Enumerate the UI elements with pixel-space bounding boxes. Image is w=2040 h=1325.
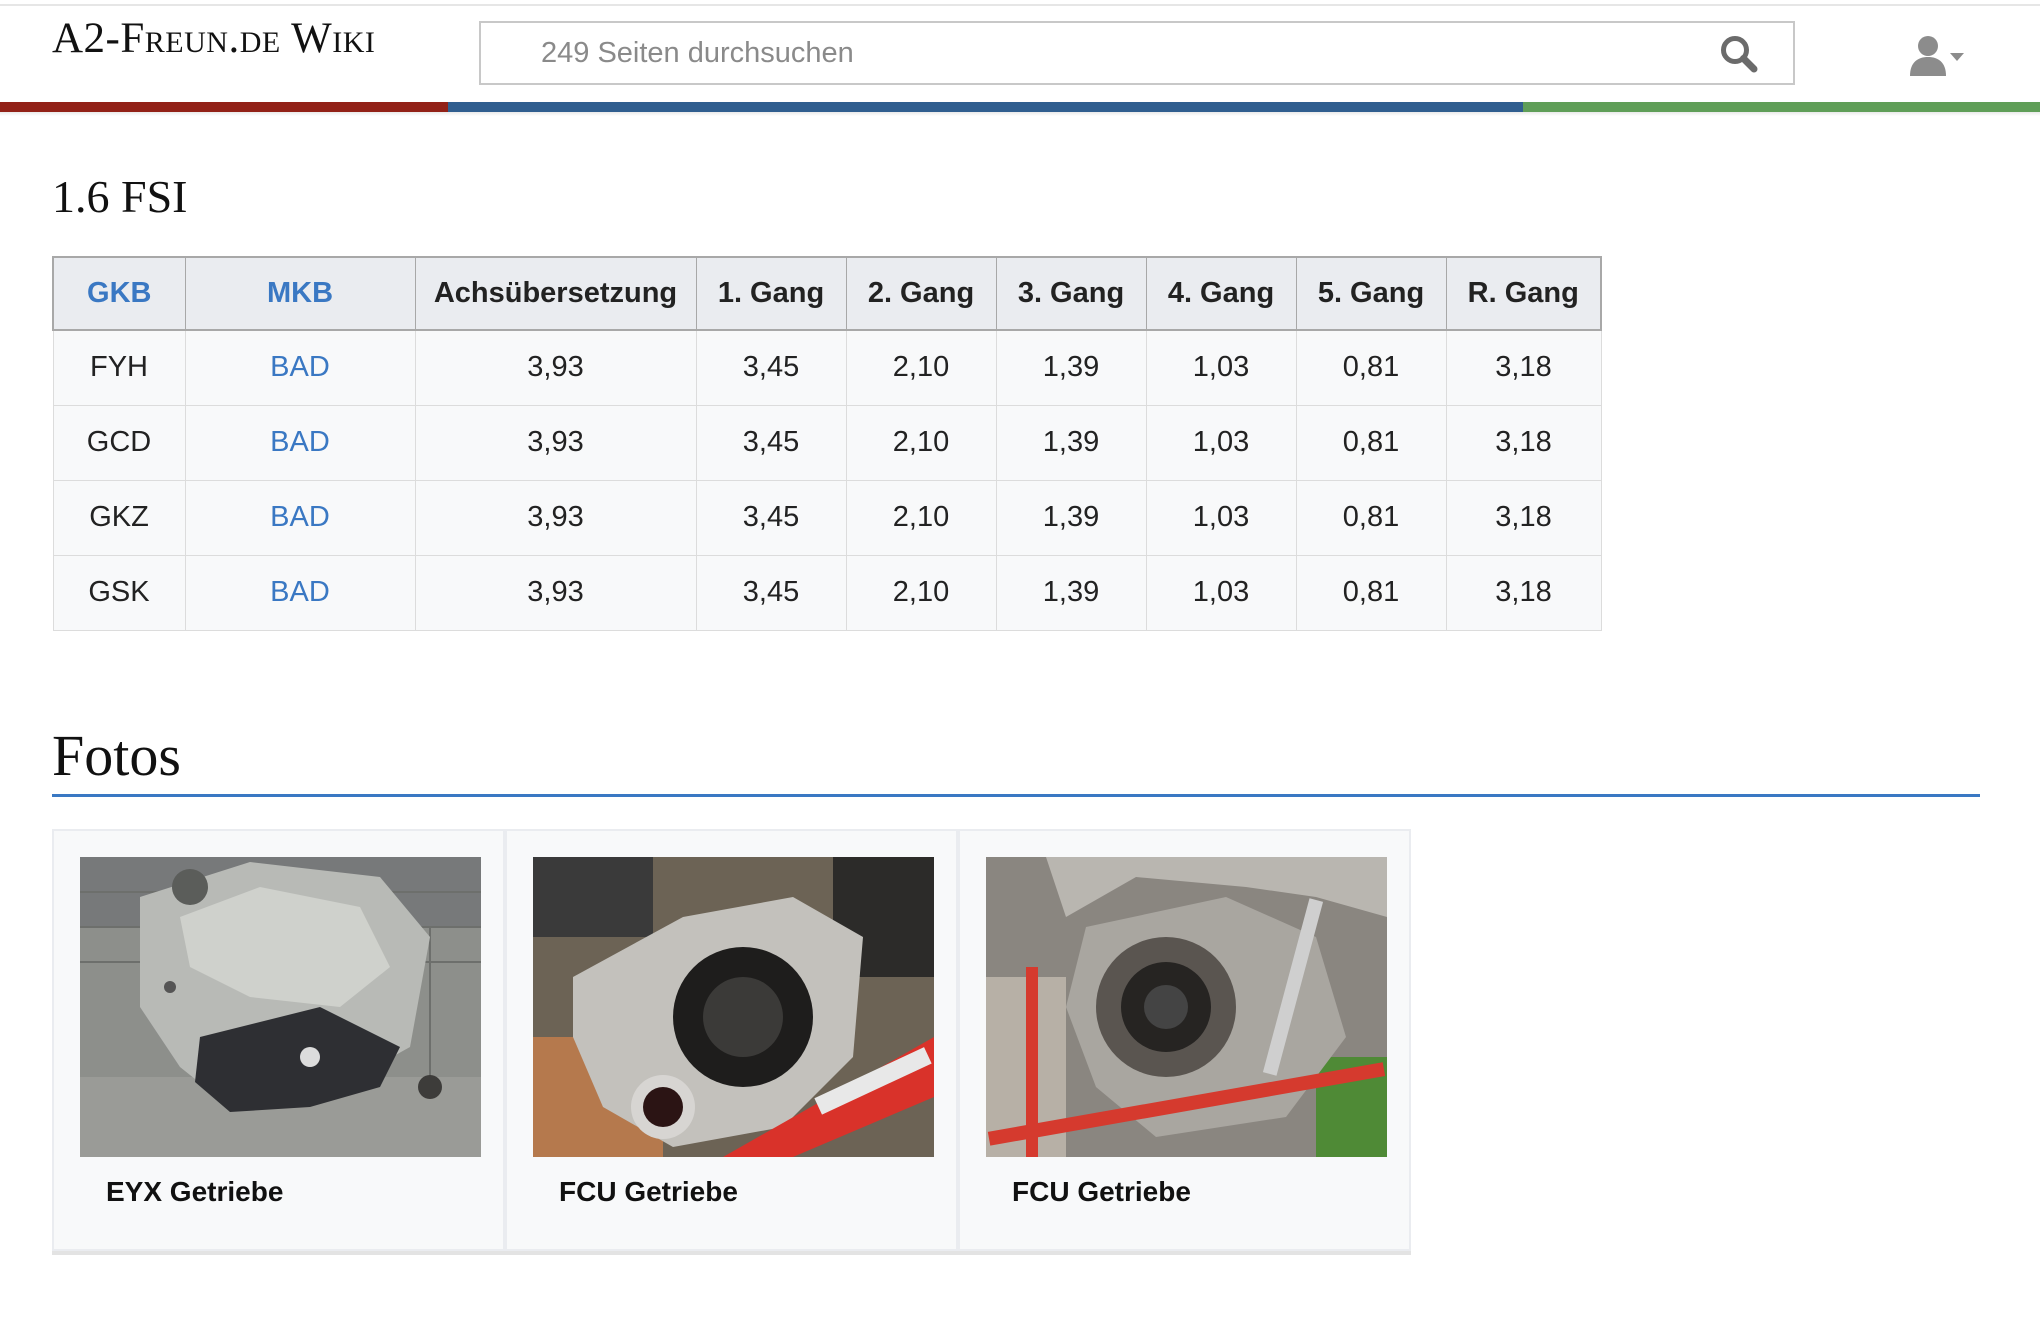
gallery-shadow bbox=[958, 1251, 1411, 1255]
table-header-row: GKB MKB Achsübersetzung 1. Gang 2. Gang … bbox=[52, 256, 1602, 331]
cell-gang-1: 3,45 bbox=[695, 554, 847, 631]
mkb-link[interactable]: BAD bbox=[270, 351, 330, 383]
cell-gang-1: 3,45 bbox=[695, 404, 847, 481]
search-input[interactable] bbox=[481, 23, 1681, 83]
sort-mkb-link[interactable]: MKB bbox=[267, 277, 333, 309]
cell-gang-2: 2,10 bbox=[845, 554, 997, 631]
table-row: GCD BAD 3,93 3,45 2,10 1,39 1,03 0,81 3,… bbox=[52, 404, 1602, 481]
gallery-caption: FCU Getriebe bbox=[1012, 1176, 1191, 1207]
column-header-gang-3: 3. Gang bbox=[995, 256, 1147, 331]
gallery-caption: EYX Getriebe bbox=[106, 1176, 284, 1207]
cell-gang-r: 3,18 bbox=[1445, 479, 1602, 556]
cell-gkb: GSK bbox=[52, 554, 186, 631]
header-bar-blue bbox=[448, 102, 1523, 112]
cell-mkb: BAD bbox=[184, 404, 416, 481]
column-header-mkb[interactable]: MKB bbox=[184, 256, 416, 331]
table-row: GSK BAD 3,93 3,45 2,10 1,39 1,03 0,81 3,… bbox=[52, 554, 1602, 631]
gearbox-photo-fcu-1[interactable] bbox=[533, 857, 934, 1157]
gearbox-photo-fcu-2[interactable] bbox=[986, 857, 1387, 1157]
cell-gang-4: 1,03 bbox=[1145, 404, 1297, 481]
column-header-gang-4: 4. Gang bbox=[1145, 256, 1297, 331]
cell-gang-5: 0,81 bbox=[1295, 479, 1447, 556]
header-bar-red bbox=[0, 102, 448, 112]
column-header-gang-2: 2. Gang bbox=[845, 256, 997, 331]
column-header-gkb[interactable]: GKB bbox=[52, 256, 186, 331]
cell-gang-2: 2,10 bbox=[845, 329, 997, 406]
cell-gang-r: 3,18 bbox=[1445, 329, 1602, 406]
search-icon[interactable] bbox=[1719, 34, 1759, 74]
mkb-link[interactable]: BAD bbox=[270, 501, 330, 533]
cell-gang-2: 2,10 bbox=[845, 479, 997, 556]
cell-gang-1: 3,45 bbox=[695, 329, 847, 406]
user-menu-icon[interactable] bbox=[1906, 34, 1968, 78]
cell-gkb: FYH bbox=[52, 329, 186, 406]
cell-achsuebersetzung: 3,93 bbox=[414, 554, 697, 631]
search-box bbox=[479, 21, 1795, 85]
cell-gang-r: 3,18 bbox=[1445, 404, 1602, 481]
mkb-link[interactable]: BAD bbox=[270, 426, 330, 458]
mkb-link[interactable]: BAD bbox=[270, 576, 330, 608]
section-rule bbox=[52, 794, 1980, 797]
cell-gkb: GCD bbox=[52, 404, 186, 481]
cell-achsuebersetzung: 3,93 bbox=[414, 329, 697, 406]
site-logo[interactable]: A2-Freun.de Wiki bbox=[52, 14, 375, 63]
column-header-gang-1: 1. Gang bbox=[695, 256, 847, 331]
cell-gang-4: 1,03 bbox=[1145, 329, 1297, 406]
cell-gang-5: 0,81 bbox=[1295, 329, 1447, 406]
cell-gang-3: 1,39 bbox=[995, 479, 1147, 556]
cell-achsuebersetzung: 3,93 bbox=[414, 479, 697, 556]
cell-gang-5: 0,81 bbox=[1295, 404, 1447, 481]
column-header-achsuebersetzung: Achsübersetzung bbox=[414, 256, 697, 331]
cell-gang-3: 1,39 bbox=[995, 329, 1147, 406]
cell-gang-2: 2,10 bbox=[845, 404, 997, 481]
cell-mkb: BAD bbox=[184, 479, 416, 556]
column-header-gang-r: R. Gang bbox=[1445, 256, 1602, 331]
cell-gang-r: 3,18 bbox=[1445, 554, 1602, 631]
cell-gang-4: 1,03 bbox=[1145, 479, 1297, 556]
cell-gang-4: 1,03 bbox=[1145, 554, 1297, 631]
gearbox-photo-eyx[interactable] bbox=[80, 857, 481, 1157]
cell-achsuebersetzung: 3,93 bbox=[414, 404, 697, 481]
gear-ratio-table: GKB MKB Achsübersetzung 1. Gang 2. Gang … bbox=[52, 256, 1602, 631]
header-bar-green bbox=[1523, 102, 2040, 112]
cell-mkb: BAD bbox=[184, 554, 416, 631]
cell-gang-3: 1,39 bbox=[995, 404, 1147, 481]
gallery-shadow bbox=[52, 1251, 505, 1255]
cell-gang-3: 1,39 bbox=[995, 554, 1147, 631]
gallery-item: FCU Getriebe bbox=[958, 829, 1411, 1255]
header-shadow bbox=[0, 112, 2040, 116]
gallery-caption: FCU Getriebe bbox=[559, 1176, 738, 1207]
section-heading-fsi: 1.6 FSI bbox=[52, 171, 188, 222]
gallery-item: EYX Getriebe bbox=[52, 829, 505, 1255]
sort-gkb-link[interactable]: GKB bbox=[87, 277, 151, 309]
table-row: FYH BAD 3,93 3,45 2,10 1,39 1,03 0,81 3,… bbox=[52, 329, 1602, 406]
table-row: GKZ BAD 3,93 3,45 2,10 1,39 1,03 0,81 3,… bbox=[52, 479, 1602, 556]
section-heading-fotos: Fotos bbox=[52, 723, 181, 788]
cell-gang-5: 0,81 bbox=[1295, 554, 1447, 631]
gallery-shadow bbox=[505, 1251, 958, 1255]
column-header-gang-5: 5. Gang bbox=[1295, 256, 1447, 331]
cell-gkb: GKZ bbox=[52, 479, 186, 556]
gallery-item: FCU Getriebe bbox=[505, 829, 958, 1255]
cell-gang-1: 3,45 bbox=[695, 479, 847, 556]
cell-mkb: BAD bbox=[184, 329, 416, 406]
site-header: A2-Freun.de Wiki bbox=[0, 0, 2040, 116]
